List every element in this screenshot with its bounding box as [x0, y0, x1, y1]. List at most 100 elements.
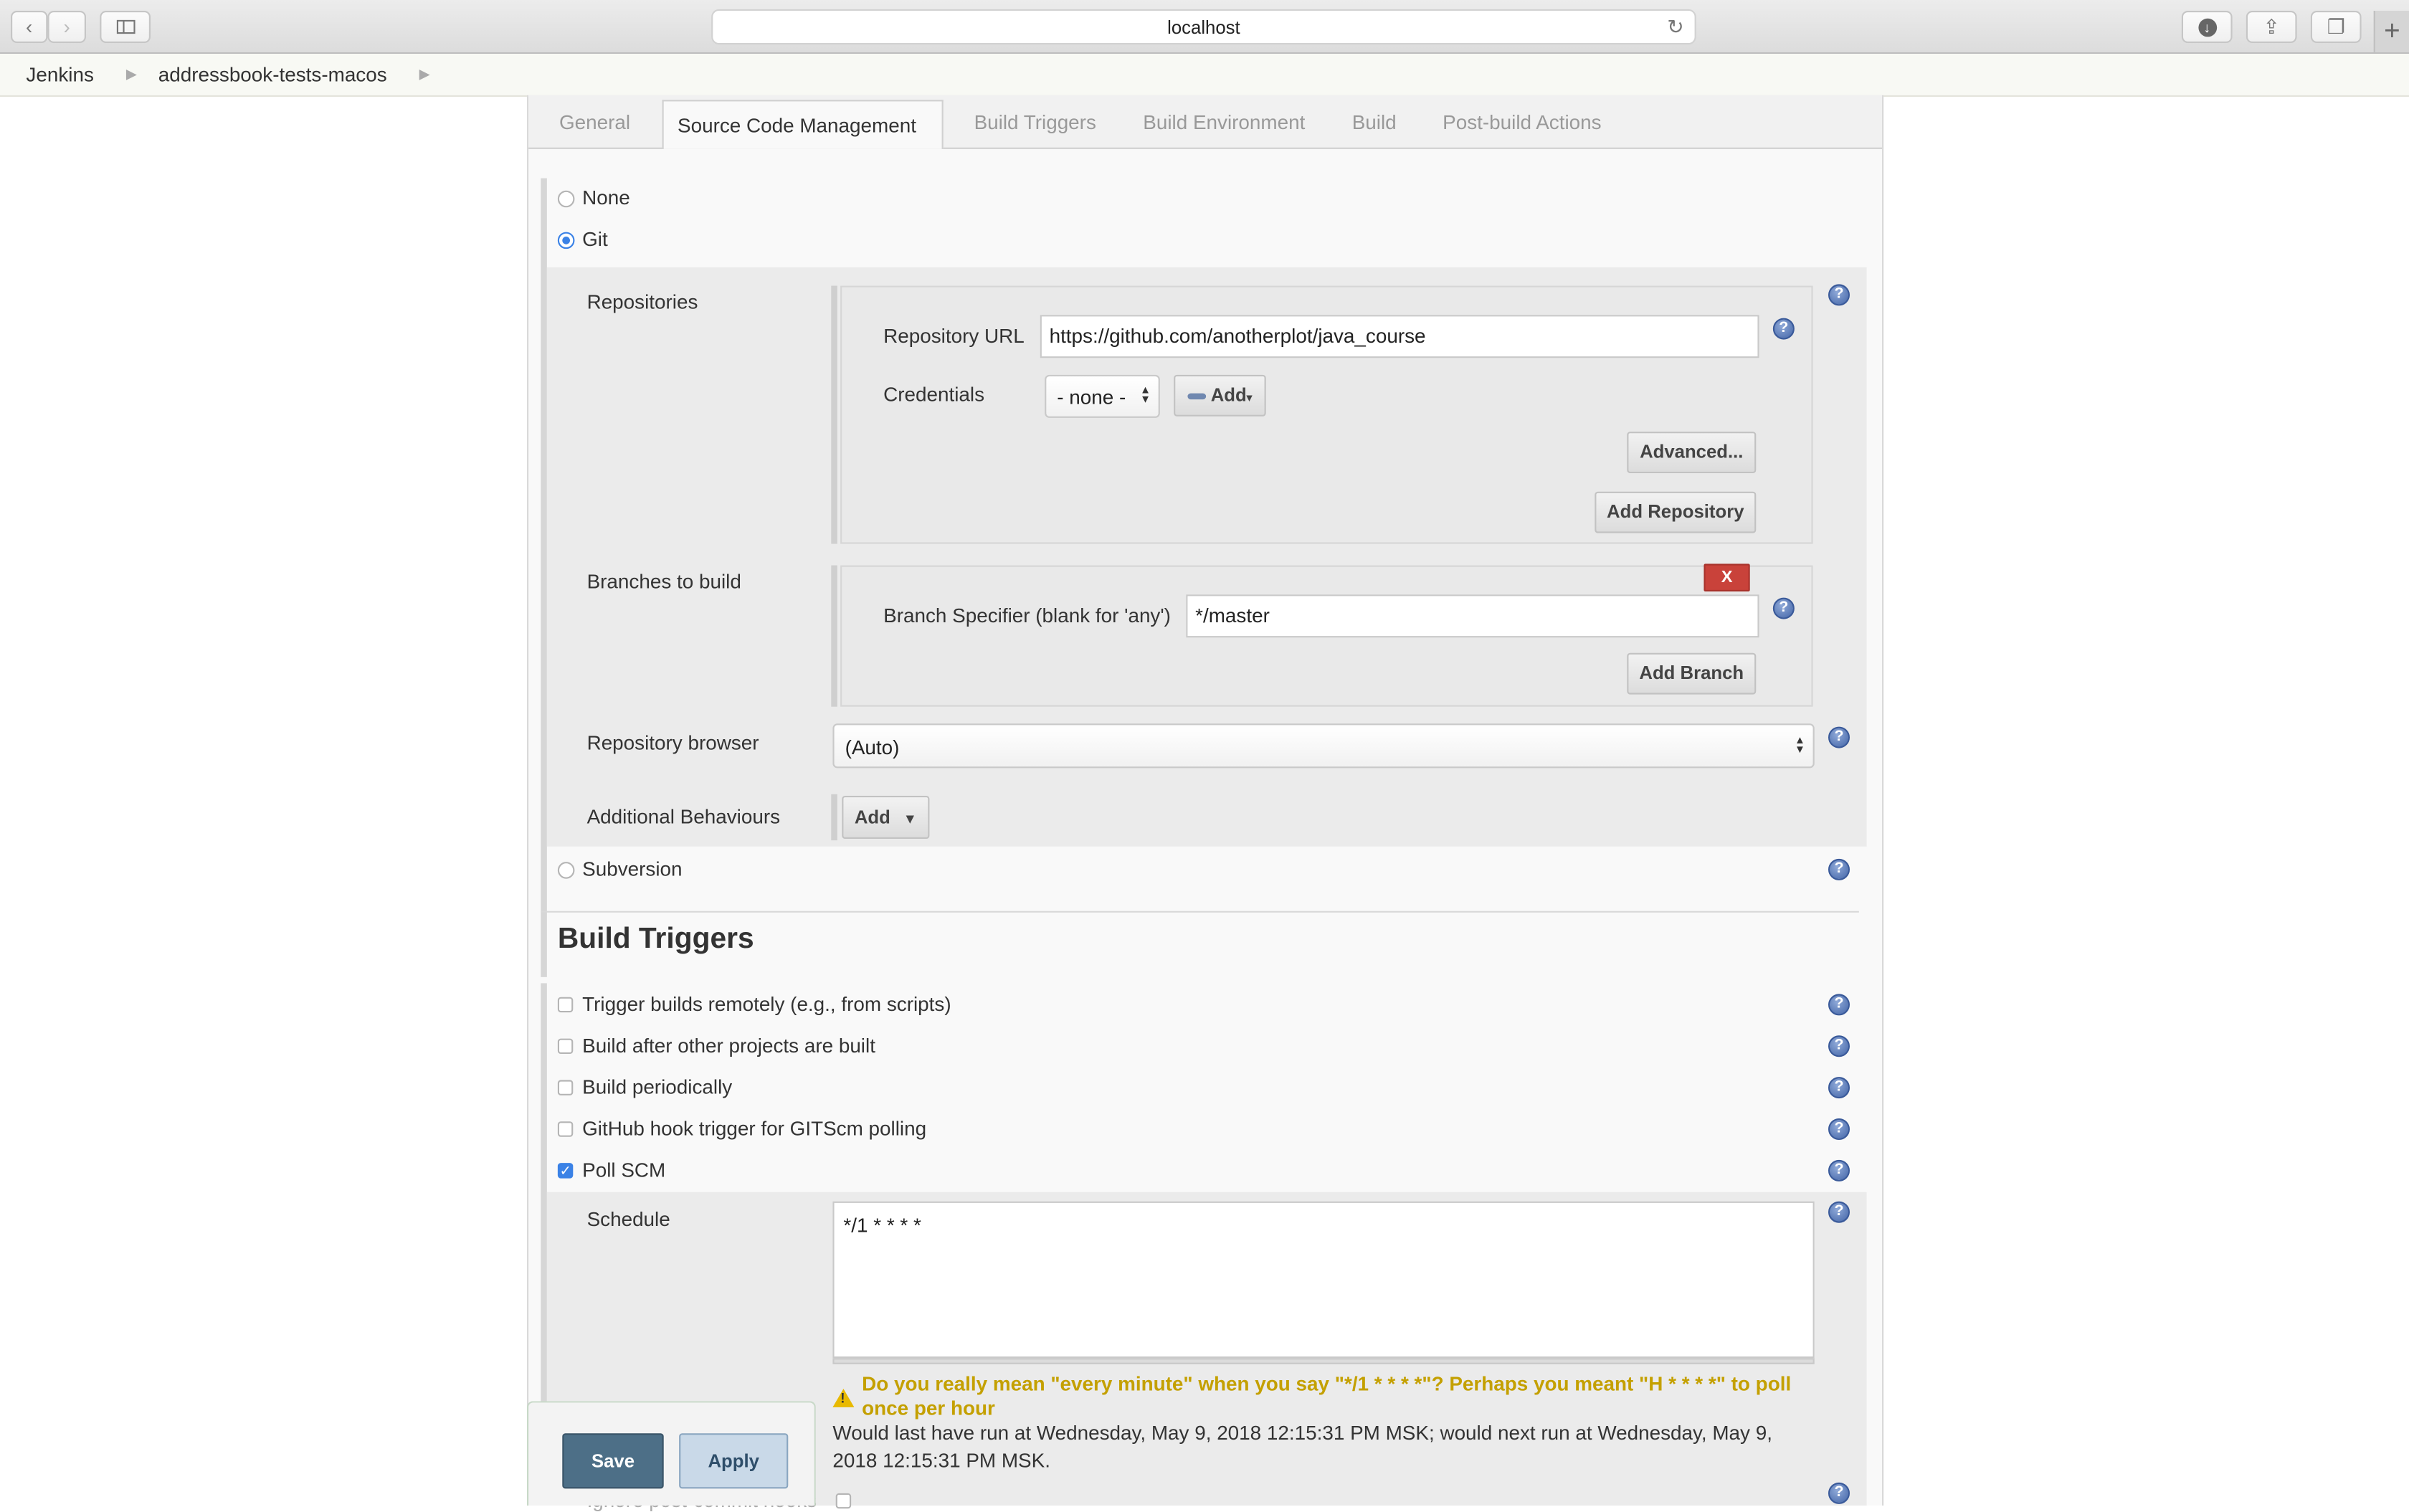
- section-divider: [541, 910, 1859, 913]
- schedule-warning: Do you really mean "every minute" when y…: [862, 1371, 1792, 1420]
- breadcrumb-job[interactable]: addressbook-tests-macos: [137, 63, 387, 86]
- repository-url-label: Repository URL: [883, 324, 1025, 348]
- add-repository-button[interactable]: Add Repository: [1595, 491, 1757, 533]
- credentials-label: Credentials: [883, 382, 985, 406]
- add-credentials-label: Add: [1210, 384, 1247, 406]
- new-tab-button[interactable]: +: [2373, 11, 2409, 52]
- credentials-value: - none -: [1057, 385, 1126, 409]
- branch-specifier-label: Branch Specifier (blank for 'any'): [883, 604, 1171, 627]
- save-apply-bar: Save Apply: [527, 1401, 816, 1506]
- download-icon: ↓: [2197, 17, 2217, 37]
- help-icon[interactable]: ?: [1828, 1159, 1850, 1181]
- tab-build-triggers[interactable]: Build Triggers: [974, 95, 1096, 148]
- advanced-button[interactable]: Advanced...: [1627, 432, 1757, 473]
- repository-url-input[interactable]: https://github.com/anotherplot/java_cour…: [1040, 315, 1759, 358]
- chevron-right-icon: ›: [63, 15, 70, 39]
- forward-button[interactable]: ›: [47, 11, 86, 43]
- scm-none-label: None: [582, 186, 630, 209]
- schedule-label: Schedule: [586, 1207, 670, 1231]
- scm-git-radio[interactable]: [557, 232, 575, 249]
- build-after-other-checkbox[interactable]: [557, 1038, 574, 1054]
- warning-icon: [832, 1389, 855, 1407]
- repo-indent-bar: [831, 285, 837, 544]
- scm-git-label: Git: [582, 227, 608, 251]
- schedule-textarea[interactable]: */1 * * * *: [832, 1201, 1815, 1359]
- build-periodically-label: Build periodically: [582, 1075, 733, 1099]
- help-icon[interactable]: ?: [1828, 1035, 1850, 1057]
- address-bar[interactable]: localhost ↻: [711, 9, 1696, 45]
- key-icon: [1187, 393, 1207, 399]
- repositories-label: Repositories: [586, 290, 698, 314]
- ignore-hooks-checkbox[interactable]: [835, 1493, 852, 1509]
- scm-none-radio[interactable]: [557, 190, 575, 208]
- github-hook-checkbox[interactable]: [557, 1121, 574, 1137]
- repository-browser-label: Repository browser: [586, 731, 759, 755]
- behaviour-indent-bar: [831, 794, 837, 841]
- repository-browser-select[interactable]: (Auto) ▲ ▼: [832, 723, 1815, 769]
- share-button[interactable]: ⇪: [2246, 11, 2297, 43]
- branch-indent-bar: [831, 565, 837, 707]
- scm-subversion-radio[interactable]: [557, 862, 575, 879]
- plus-icon: +: [2384, 15, 2400, 47]
- sidebar-icon: [115, 19, 135, 34]
- app-root: ‹ › localhost ↻ ↓ ⇪ ❐ + Jenkins ▶ addres…: [0, 0, 2409, 1512]
- add-behaviour-label: Add: [854, 807, 890, 828]
- textarea-resize-handle[interactable]: [832, 1358, 1815, 1364]
- schedule-info: Would last have run at Wednesday, May 9,…: [832, 1421, 1772, 1472]
- repository-browser-value: (Auto): [845, 736, 900, 759]
- chevron-down-icon: ▾: [1246, 393, 1253, 404]
- section-indent-bar: [541, 178, 547, 977]
- tab-general[interactable]: General: [559, 95, 630, 148]
- help-icon[interactable]: ?: [1828, 1118, 1850, 1140]
- share-icon: ⇪: [2263, 14, 2280, 38]
- build-periodically-checkbox[interactable]: [557, 1080, 574, 1095]
- poll-scm-label: Poll SCM: [582, 1158, 666, 1181]
- additional-behaviours-label: Additional Behaviours: [586, 804, 781, 828]
- select-arrows-icon: ▲ ▼: [1140, 385, 1151, 406]
- tabs-icon: ❐: [2327, 14, 2345, 38]
- save-button[interactable]: Save: [562, 1433, 664, 1489]
- trigger-remote-label: Trigger builds remotely (e.g., from scri…: [582, 992, 951, 1016]
- breadcrumb-arrow-icon[interactable]: ▶: [387, 66, 430, 83]
- apply-button[interactable]: Apply: [679, 1433, 789, 1489]
- chevron-left-icon: ‹: [26, 15, 33, 39]
- poll-scm-checkbox[interactable]: ✓: [557, 1163, 574, 1179]
- help-icon[interactable]: ?: [1828, 1201, 1850, 1223]
- help-icon[interactable]: ?: [1828, 994, 1850, 1016]
- tab-source-code-management[interactable]: Source Code Management: [662, 100, 944, 149]
- help-icon[interactable]: ?: [1772, 318, 1795, 340]
- branches-label: Branches to build: [586, 570, 741, 594]
- build-after-other-label: Build after other projects are built: [582, 1034, 875, 1057]
- tabs-overview-button[interactable]: ❐: [2310, 11, 2362, 43]
- delete-branch-button[interactable]: X: [1704, 564, 1750, 591]
- trigger-remote-checkbox[interactable]: [557, 997, 574, 1013]
- credentials-select[interactable]: - none - ▲ ▼: [1045, 374, 1160, 418]
- add-branch-button[interactable]: Add Branch: [1627, 652, 1757, 695]
- tab-build[interactable]: Build: [1352, 95, 1397, 148]
- breadcrumb-jenkins[interactable]: Jenkins: [0, 63, 94, 86]
- config-panel: General Source Code Management Build Tri…: [527, 95, 1884, 1512]
- tab-build-environment[interactable]: Build Environment: [1143, 95, 1305, 148]
- help-icon[interactable]: ?: [1828, 858, 1850, 880]
- caret-down-icon: ▼: [903, 811, 917, 827]
- config-tabs: General Source Code Management Build Tri…: [528, 95, 1882, 149]
- github-hook-label: GitHub hook trigger for GITScm polling: [582, 1116, 927, 1140]
- branch-specifier-input[interactable]: */master: [1186, 594, 1759, 638]
- help-icon[interactable]: ?: [1828, 1482, 1850, 1504]
- sidebar-button[interactable]: [100, 11, 151, 43]
- back-button[interactable]: ‹: [11, 11, 48, 43]
- help-icon[interactable]: ?: [1828, 726, 1850, 748]
- breadcrumb-arrow-icon[interactable]: ▶: [94, 66, 137, 83]
- tab-post-build-actions[interactable]: Post-build Actions: [1443, 95, 1601, 148]
- build-triggers-heading: Build Triggers: [557, 923, 754, 956]
- help-icon[interactable]: ?: [1828, 284, 1850, 306]
- help-icon[interactable]: ?: [1828, 1077, 1850, 1099]
- reload-icon[interactable]: ↻: [1667, 15, 1683, 39]
- downloads-button[interactable]: ↓: [2181, 11, 2233, 43]
- add-behaviour-button[interactable]: Add ▼: [842, 796, 930, 839]
- browser-toolbar: ‹ › localhost ↻ ↓ ⇪ ❐ +: [0, 0, 2409, 54]
- help-icon[interactable]: ?: [1772, 597, 1795, 619]
- select-arrows-icon: ▲ ▼: [1794, 735, 1805, 756]
- breadcrumb: Jenkins ▶ addressbook-tests-macos ▶: [0, 54, 2409, 97]
- add-credentials-button[interactable]: Add▾: [1174, 374, 1266, 417]
